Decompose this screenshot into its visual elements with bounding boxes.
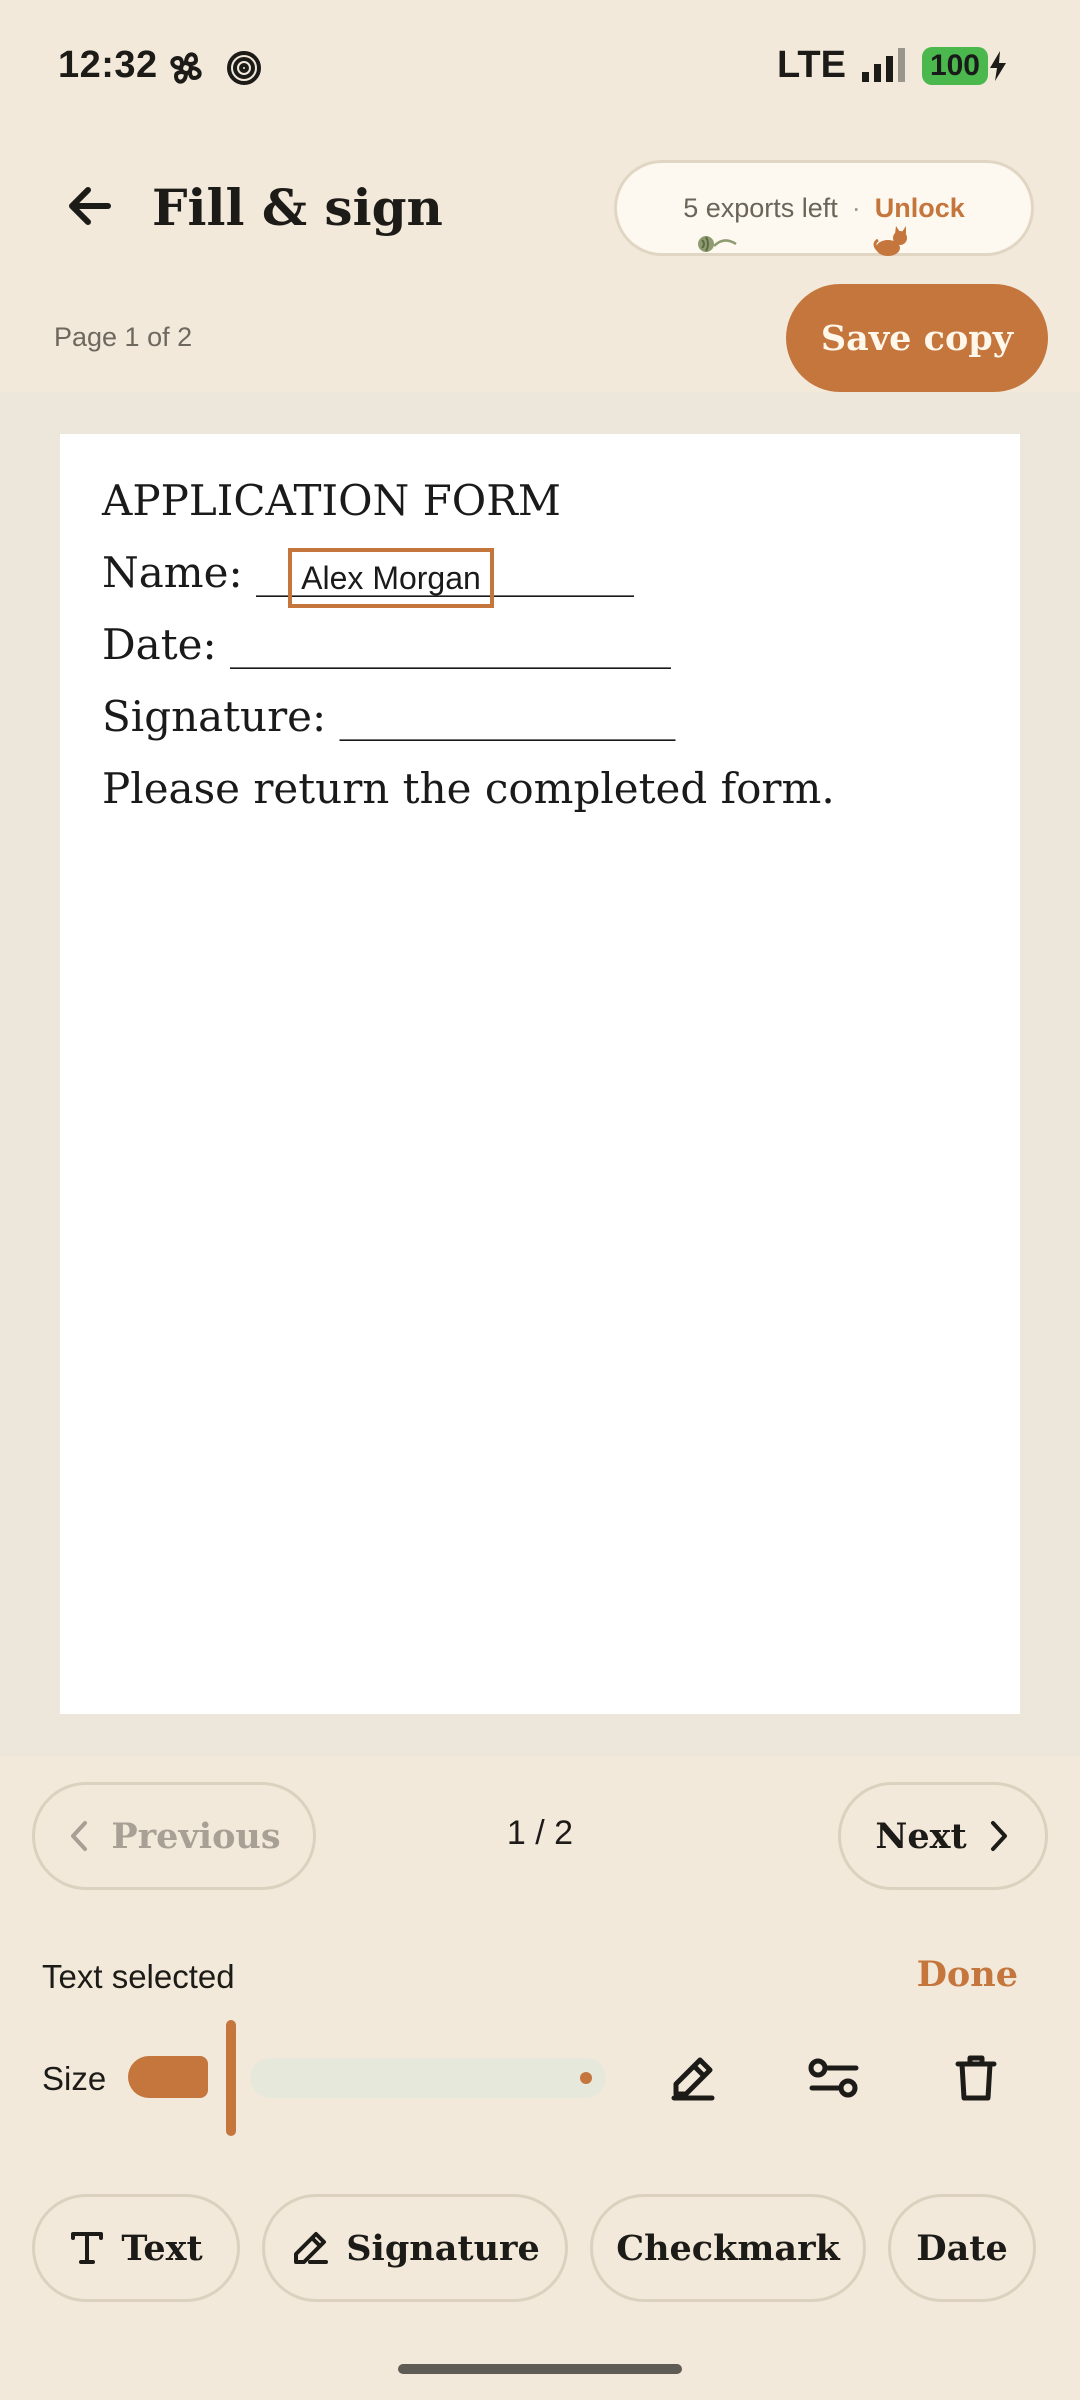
signature-field-line: Signature: ________________ (102, 692, 676, 741)
sliders-icon (808, 2058, 859, 2098)
unlock-link[interactable]: Unlock (875, 193, 965, 224)
pinwheel-icon (170, 52, 202, 84)
chevron-right-icon (990, 1821, 1007, 1851)
status-notification-icons (166, 48, 276, 93)
back-button[interactable] (60, 176, 120, 236)
size-label: Size (42, 2060, 107, 2097)
spiral-icon (227, 51, 261, 85)
date-field-line: Date: _____________________ (102, 620, 671, 669)
text-icon (71, 2232, 104, 2264)
done-button[interactable]: Done (917, 1954, 1018, 1995)
separator-dot: · (851, 192, 861, 223)
battery-level: 100 (921, 46, 988, 85)
adjust-button[interactable] (804, 2048, 864, 2108)
size-slider-stop-dot (580, 2072, 592, 2084)
document-page[interactable]: APPLICATION FORM Name: _________________… (60, 434, 1020, 1714)
network-type: LTE (776, 44, 846, 86)
yarn-ball-icon (696, 232, 738, 261)
selected-text-annotation[interactable]: Alex Morgan (288, 548, 494, 608)
delete-button[interactable] (946, 2048, 1006, 2108)
page-indicator: Page 1 of 2 (54, 322, 193, 352)
document-title: APPLICATION FORM (102, 476, 561, 525)
selection-status: Text selected (42, 1958, 235, 1995)
size-slider-active-track[interactable] (128, 2056, 208, 2098)
pencil-icon (671, 2057, 715, 2101)
exports-banner[interactable]: 5 exports left · Unlock (614, 160, 1034, 256)
add-date-chip[interactable]: Date (888, 2194, 1036, 2302)
size-slider-track[interactable] (250, 2058, 606, 2098)
add-checkmark-chip[interactable]: Checkmark (590, 2194, 866, 2302)
home-indicator[interactable] (398, 2364, 682, 2374)
status-time: 12:32 (58, 44, 158, 86)
next-label: Next (875, 1815, 967, 1857)
signature-pen-icon (294, 2232, 329, 2264)
size-slider-handle[interactable] (226, 2020, 236, 2136)
arrow-left-icon (69, 187, 111, 225)
document-note: Please return the completed form. (102, 764, 835, 813)
text-chip-label: Text (121, 2227, 203, 2269)
add-signature-chip[interactable]: Signature (262, 2194, 568, 2302)
charging-icon (990, 50, 1006, 81)
exports-left-text: 5 exports left (683, 192, 838, 223)
next-page-button[interactable]: Next (838, 1782, 1048, 1890)
signal-icon (861, 47, 905, 82)
save-copy-button[interactable]: Save copy (786, 284, 1048, 392)
page-title: Fill & sign (152, 178, 443, 237)
status-indicators: LTE 100 (777, 44, 1008, 87)
edit-text-button[interactable] (662, 2048, 722, 2108)
add-text-chip[interactable]: Text (32, 2194, 240, 2302)
signature-chip-label: Signature (346, 2227, 540, 2269)
cat-icon (872, 224, 912, 263)
trash-icon (955, 2055, 997, 2101)
